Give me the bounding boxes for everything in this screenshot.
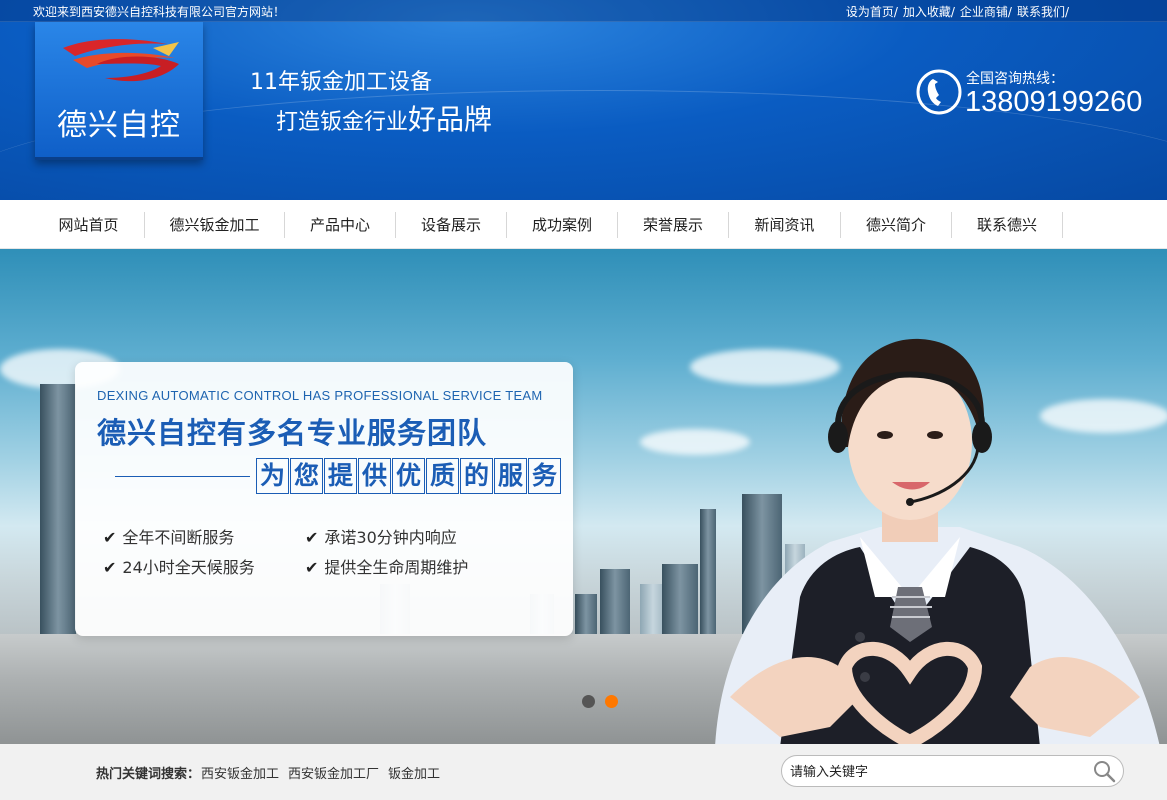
building — [40, 384, 76, 654]
checkmark-icon: ✔ — [103, 558, 117, 577]
hot-keyword-link[interactable]: 钣金加工 — [388, 763, 440, 782]
hot-keywords-label: 热门关键词搜索： — [96, 767, 201, 782]
hero-banner[interactable]: DEXING AUTOMATIC CONTROL HAS PROFESSIONA… — [0, 249, 1167, 744]
feature-text: 全年不间断服务 — [122, 528, 235, 547]
banner-card: DEXING AUTOMATIC CONTROL HAS PROFESSIONA… — [75, 362, 573, 636]
slide-dot-2[interactable] — [605, 695, 618, 708]
feature-item: ✔ 全年不间断服务 — [103, 524, 234, 548]
banner-en-title: DEXING AUTOMATIC CONTROL HAS PROFESSIONA… — [97, 388, 543, 403]
banner-subtitle: 为 您 提 供 优 质 的 服 务 — [256, 458, 562, 496]
subtitle-char: 质 — [426, 458, 459, 494]
subtitle-char: 提 — [324, 458, 357, 494]
subtitle-char: 务 — [528, 458, 561, 494]
checkmark-icon: ✔ — [103, 528, 117, 547]
slider-dots — [582, 695, 628, 708]
subtitle-char: 优 — [392, 458, 425, 494]
hotline-label: 全国咨询热线： — [966, 71, 1064, 87]
search-icon[interactable] — [1092, 759, 1116, 783]
feature-item: ✔ 承诺30分钟内响应 — [305, 524, 457, 548]
nav-item-contact[interactable]: 联系德兴 — [952, 212, 1063, 238]
site-logo[interactable]: 德兴自控 — [35, 22, 203, 160]
checkmark-icon: ✔ — [305, 558, 319, 577]
search-input[interactable] — [790, 762, 1080, 782]
feature-item: ✔ 提供全生命周期维护 — [305, 554, 468, 578]
welcome-text: 欢迎来到西安德兴自控科技有限公司官方网站！ — [33, 5, 286, 19]
phone-icon — [916, 69, 962, 115]
nav-item-news[interactable]: 新闻资讯 — [729, 212, 841, 238]
set-homepage-link[interactable]: 设为首页/ — [846, 3, 898, 20]
hot-keywords: 西安钣金加工 西安钣金加工厂 钣金加工 — [201, 763, 449, 782]
top-links: 设为首页/ 加入收藏/ 企业商铺/ 联系我们/ — [841, 3, 1069, 20]
checkmark-icon: ✔ — [305, 528, 319, 547]
slogan-line2-prefix: 打造钣金行业 — [276, 110, 409, 135]
feature-item: ✔ 24小时全天候服务 — [103, 554, 255, 578]
slogan-line1: 11年钣金加工设备 — [250, 70, 432, 95]
subtitle-char: 供 — [358, 458, 391, 494]
subtitle-char: 服 — [494, 458, 527, 494]
feature-text: 提供全生命周期维护 — [324, 558, 469, 577]
keyword-search-bar: 热门关键词搜索： 西安钣金加工 西安钣金加工厂 钣金加工 — [0, 744, 1167, 800]
nav-item-about[interactable]: 德兴简介 — [841, 212, 952, 238]
nav-item-honors[interactable]: 荣誉展示 — [618, 212, 729, 238]
slogan-line2-emphasis: 好品牌 — [408, 103, 493, 136]
add-favorite-link[interactable]: 加入收藏/ — [903, 3, 955, 20]
hotline-number: 13809199260 — [965, 86, 1143, 118]
nav-item-sheet-metal[interactable]: 德兴钣金加工 — [145, 212, 285, 238]
slogan-line2: 打造钣金行业好品牌 — [276, 98, 492, 138]
hot-keyword-link[interactable]: 西安钣金加工 — [201, 763, 279, 782]
divider-line — [115, 476, 250, 477]
feature-text: 24小时全天候服务 — [122, 558, 255, 577]
swoosh-logo-icon — [63, 39, 179, 82]
main-nav: 网站首页 德兴钣金加工 产品中心 设备展示 成功案例 荣誉展示 新闻资讯 德兴简… — [0, 200, 1167, 249]
banner-title: 德兴自控有多名专业服务团队 — [97, 416, 488, 450]
top-bar: 欢迎来到西安德兴自控科技有限公司官方网站！ 设为首页/ 加入收藏/ 企业商铺/ … — [0, 0, 1167, 22]
subtitle-char: 为 — [256, 458, 289, 494]
nav-item-equipment[interactable]: 设备展示 — [396, 212, 507, 238]
logo-text: 德兴自控 — [57, 109, 181, 142]
customer-service-woman-image — [715, 338, 1160, 744]
hot-keyword-link[interactable]: 西安钣金加工厂 — [288, 763, 379, 782]
nav-item-products[interactable]: 产品中心 — [285, 212, 396, 238]
enterprise-shop-link[interactable]: 企业商铺/ — [960, 3, 1012, 20]
subtitle-char: 您 — [290, 458, 323, 494]
subtitle-char: 的 — [460, 458, 493, 494]
nav-item-cases[interactable]: 成功案例 — [507, 212, 618, 238]
site-header: 欢迎来到西安德兴自控科技有限公司官方网站！ 设为首页/ 加入收藏/ 企业商铺/ … — [0, 0, 1167, 200]
feature-text: 承诺30分钟内响应 — [324, 528, 457, 547]
contact-us-link[interactable]: 联系我们/ — [1017, 3, 1069, 20]
search-box — [781, 755, 1124, 787]
slide-dot-1[interactable] — [582, 695, 595, 708]
nav-item-home[interactable]: 网站首页 — [33, 212, 145, 238]
